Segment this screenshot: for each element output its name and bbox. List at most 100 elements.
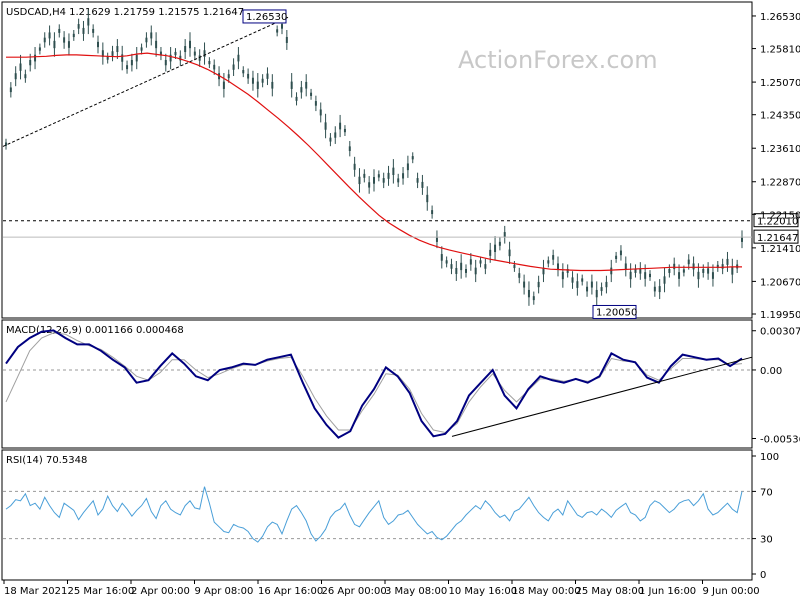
- price-bar-body: [348, 146, 351, 151]
- price-bar-body: [445, 260, 448, 264]
- rsi-y-tick-label: 0: [760, 570, 766, 581]
- macd-y-tick-label: 0.003072: [760, 327, 800, 338]
- price-bar-body: [450, 264, 453, 269]
- price-bar-body: [145, 37, 148, 43]
- price-bar-body: [266, 73, 269, 79]
- price-bar-body: [38, 47, 41, 51]
- price-bar-body: [373, 177, 375, 184]
- price-bar-body: [150, 32, 153, 39]
- price-bar-body: [605, 281, 608, 288]
- high-label-group: 1.26530: [242, 9, 287, 24]
- price-bar-body: [527, 289, 530, 298]
- price-bar-body: [97, 41, 99, 48]
- price-bar-body: [532, 296, 535, 301]
- price-bar-body: [135, 54, 138, 62]
- x-tick-label: 18 Mar 2021: [4, 586, 67, 597]
- price-bar-body: [392, 167, 395, 175]
- price-y-tick-label: 1.25070: [760, 78, 800, 89]
- price-bar-body: [208, 60, 211, 65]
- price-bar-body: [14, 73, 17, 80]
- price-bar-body: [382, 178, 385, 183]
- price-bar-body: [111, 51, 114, 56]
- macd-y-tick-label: -0.005369: [760, 434, 800, 445]
- price-bar-body: [644, 272, 647, 279]
- price-bar-body: [363, 173, 366, 178]
- price-bar-body: [334, 132, 337, 138]
- price-bar-body: [319, 109, 322, 116]
- price-bar-body: [232, 64, 235, 70]
- price-bar-body: [324, 122, 327, 130]
- low-label: 1.20050: [596, 307, 637, 318]
- rsi-y-tick-label: 70: [760, 487, 773, 498]
- price-bar-body: [82, 27, 85, 34]
- price-y-tick-label: 1.23610: [760, 144, 800, 155]
- price-bar-body: [189, 40, 191, 49]
- price-bar-body: [581, 278, 584, 282]
- price-bar-body: [711, 272, 714, 279]
- price-bar-body: [126, 65, 129, 70]
- x-tick-label: 9 Jun 00:00: [703, 586, 760, 597]
- price-bar-body: [285, 36, 288, 43]
- price-bar-body: [426, 194, 429, 203]
- price-bar-body: [343, 128, 346, 133]
- price-bar-body: [649, 273, 651, 278]
- price-bar-body: [523, 281, 526, 288]
- price-bar-body: [247, 73, 250, 79]
- price-bar-body: [402, 173, 405, 179]
- last-price-level-label: 1.21647: [757, 233, 798, 244]
- price-bar-body: [213, 64, 216, 70]
- price-bar-body: [256, 81, 259, 89]
- price-bar-body: [484, 264, 487, 269]
- price-bar-body: [498, 241, 501, 246]
- price-bar-body: [290, 81, 293, 89]
- price-bar-body: [663, 276, 666, 284]
- price-bar-body: [678, 272, 681, 279]
- price-bar-body: [314, 101, 317, 106]
- price-bar-body: [193, 51, 196, 56]
- price-bar-body: [19, 63, 22, 71]
- price-bar-body: [576, 281, 579, 288]
- price-bar-body: [43, 37, 46, 43]
- price-y-tick-label: 1.26530: [760, 12, 800, 23]
- price-bar-body: [387, 172, 390, 179]
- price-bar-body: [673, 263, 676, 270]
- rsi-y-tick-label: 100: [760, 452, 779, 463]
- high-label: 1.26530: [246, 12, 287, 23]
- price-bar-body: [251, 77, 254, 84]
- price-bar-body: [629, 271, 632, 280]
- price-bar-body: [474, 267, 477, 275]
- watermark: ActionForex.com: [458, 46, 658, 74]
- price-bar-body: [494, 244, 497, 252]
- price-bar-body: [658, 286, 661, 293]
- price-y-tick-label: 1.21410: [760, 244, 800, 255]
- price-bar-body: [508, 249, 511, 257]
- x-tick-label: 26 Apr 00:00: [322, 586, 387, 597]
- price-bar-body: [615, 255, 618, 260]
- price-bar-body: [702, 269, 705, 273]
- price-bar-body: [271, 81, 274, 89]
- macd-title: MACD(12,26,9) 0.001166 0.000468: [6, 325, 184, 336]
- price-bar-body: [619, 250, 622, 256]
- price-bar-body: [140, 47, 143, 51]
- price-bar-body: [305, 81, 308, 89]
- price-y-tick-label: 1.19950: [760, 310, 800, 321]
- price-bar-body: [121, 54, 124, 62]
- price-bar-body: [465, 269, 467, 273]
- price-bar-body: [513, 264, 516, 269]
- price-bar-body: [557, 263, 559, 270]
- price-bar-body: [72, 33, 75, 38]
- rsi-y-tick-label: 30: [760, 535, 773, 546]
- x-axis-ticks: 18 Mar 2021 25 Mar 16:002 Apr 00:00 9 Apr …: [3, 580, 760, 597]
- price-bar-body: [169, 54, 172, 62]
- price-bar-body: [707, 268, 710, 274]
- price-bar-body: [518, 273, 521, 278]
- price-bar-body: [653, 286, 656, 292]
- price-bar-body: [377, 174, 380, 178]
- price-bar-body: [9, 87, 12, 93]
- price-bar-body: [368, 182, 371, 188]
- price-y-tick-label: 1.25810: [760, 45, 800, 56]
- price-bar-body: [411, 156, 414, 160]
- price-bar-body: [198, 55, 201, 61]
- price-bar-body: [668, 269, 671, 273]
- price-bar-body: [261, 78, 264, 83]
